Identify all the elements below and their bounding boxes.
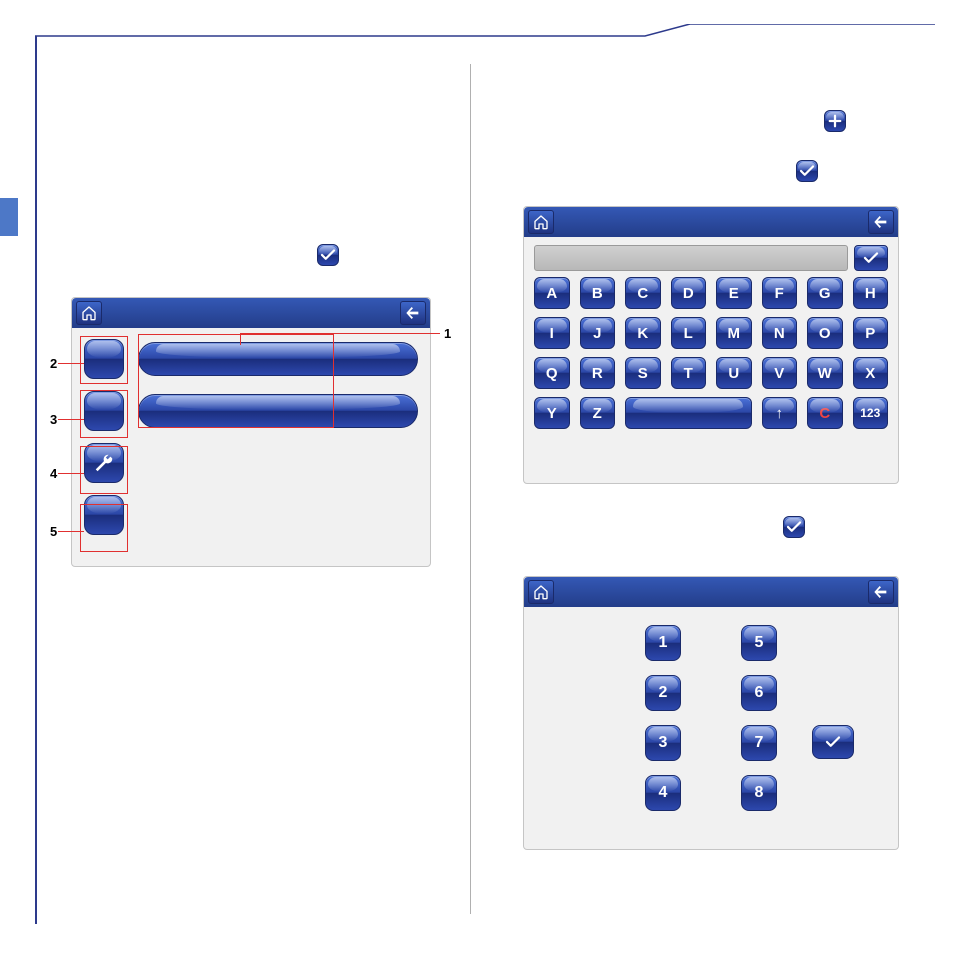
numpad-grid: 1 2 3 4 5 6 7 8 xyxy=(645,625,777,811)
keyboard-grid: A B C D E F G H I J K L M N O P Q R S T … xyxy=(534,277,888,429)
label-4: 4 xyxy=(50,466,57,481)
titlebar xyxy=(72,298,430,328)
wrench-icon[interactable] xyxy=(84,443,124,483)
key-w[interactable]: W xyxy=(807,357,843,389)
num-7[interactable]: 7 xyxy=(741,725,777,761)
key-space[interactable] xyxy=(625,397,752,429)
confirm-button[interactable] xyxy=(812,725,854,759)
column-divider xyxy=(470,64,471,914)
leader-3 xyxy=(58,419,84,420)
setting-icon-1[interactable] xyxy=(84,339,124,379)
num-5[interactable]: 5 xyxy=(741,625,777,661)
key-r[interactable]: R xyxy=(580,357,616,389)
key-l[interactable]: L xyxy=(671,317,707,349)
key-c[interactable]: C xyxy=(625,277,661,309)
numpad-screen: 1 2 3 4 5 6 7 8 xyxy=(523,576,899,850)
key-mode-123[interactable]: 123 xyxy=(853,397,889,429)
key-j[interactable]: J xyxy=(580,317,616,349)
leader-2 xyxy=(58,363,84,364)
back-button[interactable] xyxy=(868,210,894,234)
page-frame-left xyxy=(35,36,37,924)
key-shift[interactable]: ↑ xyxy=(762,397,798,429)
key-b[interactable]: B xyxy=(580,277,616,309)
key-f[interactable]: F xyxy=(762,277,798,309)
key-e[interactable]: E xyxy=(716,277,752,309)
key-y[interactable]: Y xyxy=(534,397,570,429)
setting-icon-4[interactable] xyxy=(84,495,124,535)
key-o[interactable]: O xyxy=(807,317,843,349)
label-2: 2 xyxy=(50,356,57,371)
key-u[interactable]: U xyxy=(716,357,752,389)
key-q[interactable]: Q xyxy=(534,357,570,389)
settings-screen xyxy=(71,297,431,567)
key-v[interactable]: V xyxy=(762,357,798,389)
num-3[interactable]: 3 xyxy=(645,725,681,761)
setting-bar-1[interactable] xyxy=(138,342,418,376)
leader-1 xyxy=(240,333,440,334)
key-g[interactable]: G xyxy=(807,277,843,309)
num-4[interactable]: 4 xyxy=(645,775,681,811)
check-icon[interactable] xyxy=(796,160,818,182)
num-1[interactable]: 1 xyxy=(645,625,681,661)
setting-bar-2[interactable] xyxy=(138,394,418,428)
key-i[interactable]: I xyxy=(534,317,570,349)
key-h[interactable]: H xyxy=(853,277,889,309)
text-input[interactable] xyxy=(534,245,848,271)
key-d[interactable]: D xyxy=(671,277,707,309)
key-p[interactable]: P xyxy=(853,317,889,349)
back-button[interactable] xyxy=(868,580,894,604)
key-k[interactable]: K xyxy=(625,317,661,349)
key-n[interactable]: N xyxy=(762,317,798,349)
leader-1v xyxy=(240,333,241,345)
key-clear[interactable]: C xyxy=(807,397,843,429)
num-8[interactable]: 8 xyxy=(741,775,777,811)
titlebar xyxy=(524,207,898,237)
key-t[interactable]: T xyxy=(671,357,707,389)
home-button[interactable] xyxy=(528,210,554,234)
page-frame-top xyxy=(35,24,935,64)
key-x[interactable]: X xyxy=(853,357,889,389)
key-a[interactable]: A xyxy=(534,277,570,309)
home-button[interactable] xyxy=(528,580,554,604)
plus-icon[interactable] xyxy=(824,110,846,132)
key-z[interactable]: Z xyxy=(580,397,616,429)
num-2[interactable]: 2 xyxy=(645,675,681,711)
side-tab xyxy=(0,198,18,236)
num-6[interactable]: 6 xyxy=(741,675,777,711)
label-1: 1 xyxy=(444,326,451,341)
setting-icon-2[interactable] xyxy=(84,391,124,431)
back-button[interactable] xyxy=(400,301,426,325)
label-5: 5 xyxy=(50,524,57,539)
keyboard-screen: A B C D E F G H I J K L M N O P Q R S T … xyxy=(523,206,899,484)
confirm-button[interactable] xyxy=(854,245,888,271)
home-button[interactable] xyxy=(76,301,102,325)
key-m[interactable]: M xyxy=(716,317,752,349)
check-icon[interactable] xyxy=(783,516,805,538)
key-s[interactable]: S xyxy=(625,357,661,389)
titlebar xyxy=(524,577,898,607)
leader-5 xyxy=(58,531,84,532)
label-3: 3 xyxy=(50,412,57,427)
check-icon[interactable] xyxy=(317,244,339,266)
leader-4 xyxy=(58,473,84,474)
